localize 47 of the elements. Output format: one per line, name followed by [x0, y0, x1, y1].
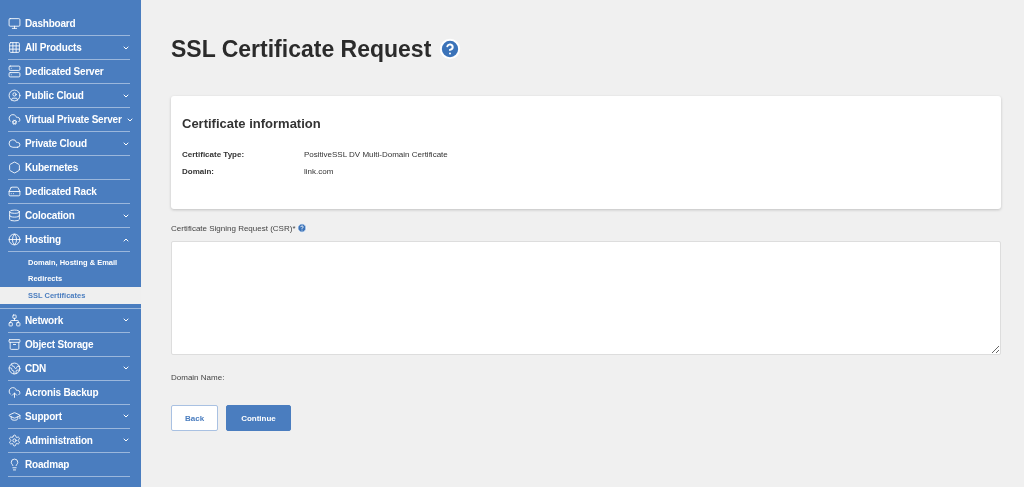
sidebar-item[interactable]: Support — [8, 404, 130, 429]
sidebar-item[interactable]: Colocation — [8, 204, 130, 228]
gear-icon — [8, 433, 21, 447]
sidebar-item[interactable]: Administration — [8, 428, 130, 453]
continue-button[interactable]: Continue — [226, 405, 291, 431]
sidebar-item[interactable]: Dashboard — [8, 12, 130, 36]
field-label: Certificate Type: — [182, 150, 246, 159]
sidebar-item[interactable]: Virtual Private Server — [8, 108, 130, 132]
monitor-icon — [8, 17, 21, 30]
sidebar-item[interactable]: Dedicated Server — [8, 60, 130, 84]
domain-name-label: Domain Name: — [171, 373, 225, 382]
field-value: link.com — [304, 167, 335, 176]
globe-icon — [8, 233, 21, 246]
database-icon — [8, 209, 21, 222]
grid-icon — [8, 41, 21, 54]
card-title: Certificate information — [182, 116, 322, 131]
sidebar-item[interactable]: Roadmap — [8, 452, 130, 477]
sidebar-item[interactable]: Private Cloud — [8, 132, 130, 156]
sidebar-item[interactable]: CDN — [8, 356, 130, 381]
lightbulb-icon — [8, 457, 21, 471]
sidebar-item[interactable]: Public Cloud — [8, 84, 130, 108]
server-icon — [8, 185, 21, 198]
cloud-upload-icon — [8, 385, 21, 399]
help-icon[interactable] — [296, 223, 307, 233]
sidebar-item[interactable]: Dedicated Rack — [8, 180, 130, 204]
server-icon — [8, 65, 21, 78]
help-icon[interactable] — [439, 38, 462, 60]
back-button[interactable]: Back — [171, 405, 219, 431]
page-title: SSL Certificate Request — [171, 35, 432, 63]
sidebar-item[interactable]: Acronis Backup — [8, 380, 130, 405]
csr-input-field[interactable] — [171, 241, 1001, 355]
user-circle-icon — [8, 89, 21, 102]
sidebar-item[interactable]: Hosting — [8, 228, 130, 252]
sidebar-item[interactable]: Network — [8, 308, 130, 333]
hexagon-icon — [8, 161, 21, 174]
field-label: Domain: — [182, 167, 215, 176]
field-value: PositiveSSL DV Multi-Domain Certificate — [304, 150, 449, 159]
sidebar-item[interactable]: Object Storage — [8, 332, 130, 357]
bucket-icon — [8, 337, 21, 351]
cloud-icon — [8, 137, 21, 150]
globe-icon — [8, 361, 21, 375]
cloud-icon — [8, 113, 21, 126]
graduation-cap-icon — [8, 409, 21, 423]
csr-label: Certificate Signing Request (CSR)* — [171, 223, 296, 233]
sidebar-item[interactable]: All Products — [8, 36, 130, 60]
sidebar-item[interactable]: Kubernetes — [8, 156, 130, 180]
network-icon — [8, 313, 21, 327]
